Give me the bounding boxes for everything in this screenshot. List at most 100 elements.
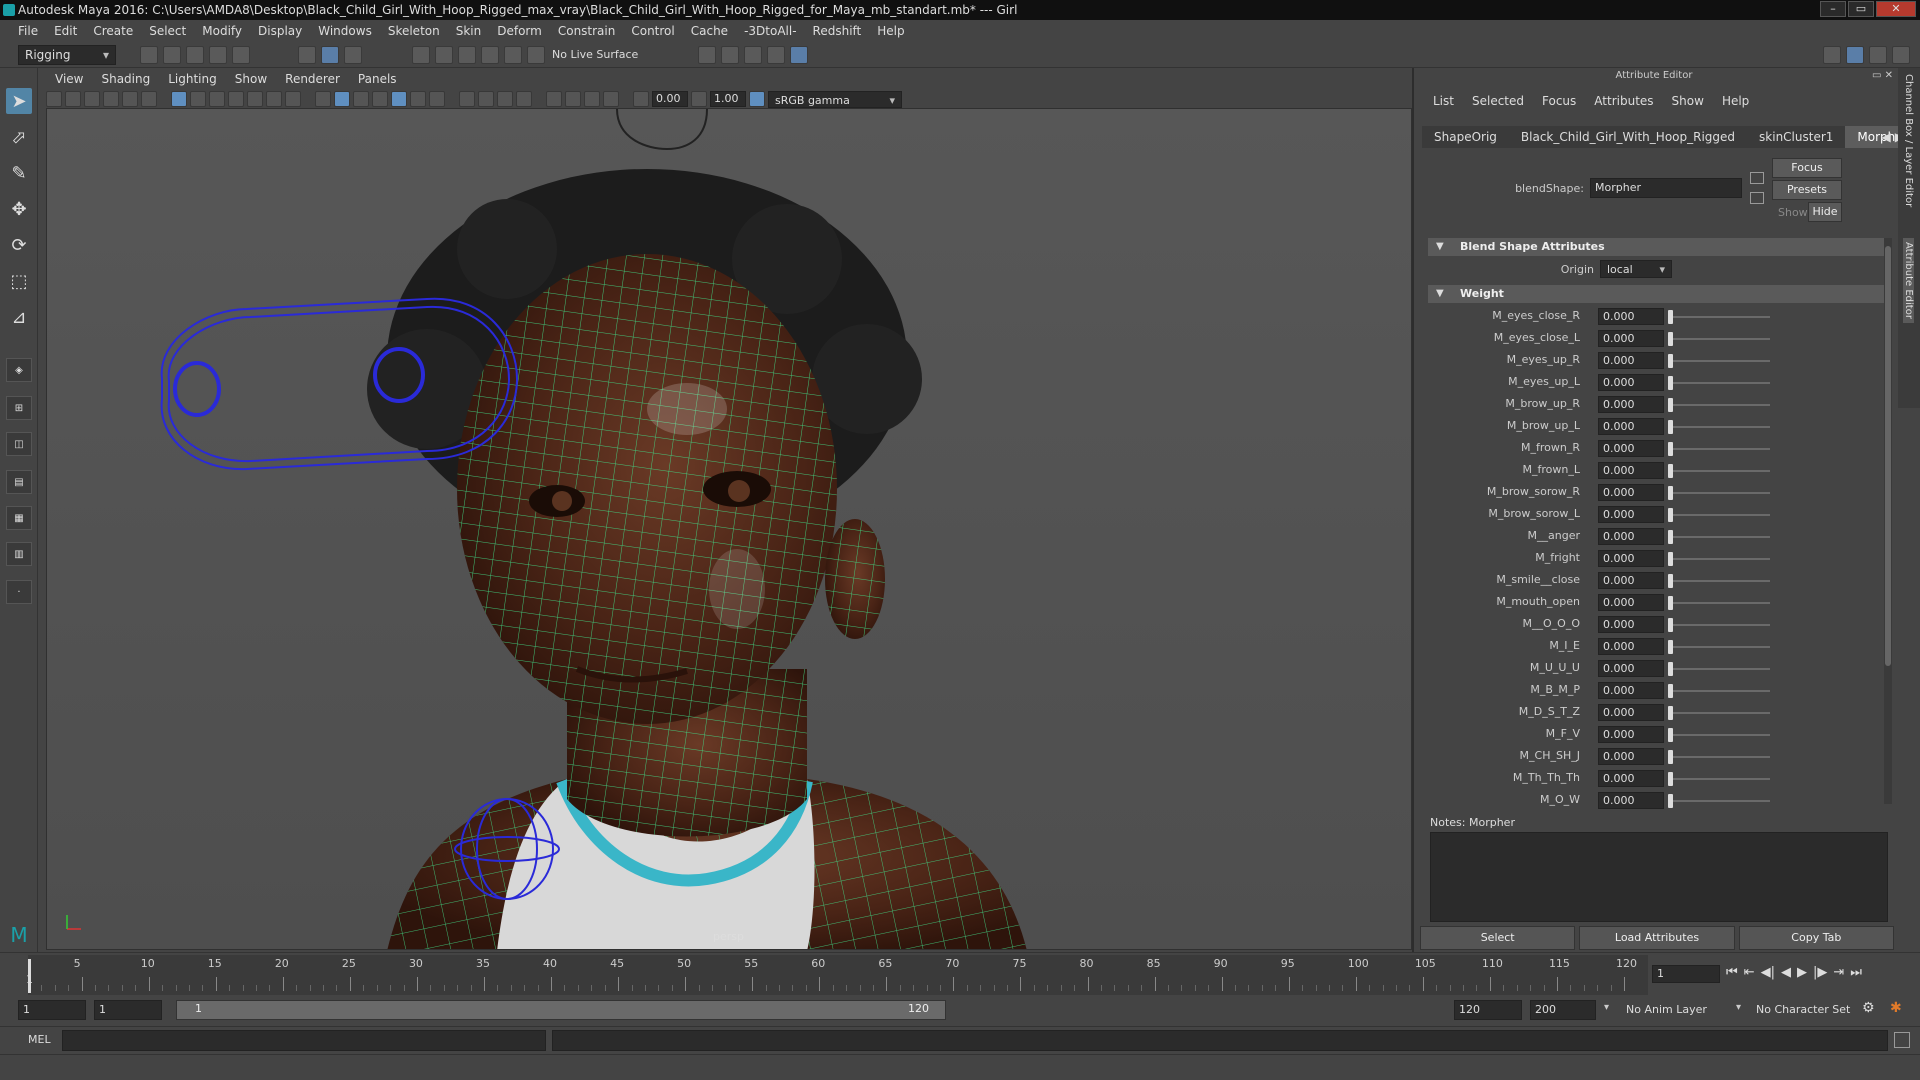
ipr-render-icon[interactable] xyxy=(744,46,762,64)
move-tool-icon[interactable]: ✥ xyxy=(6,196,32,222)
play-backwards-icon[interactable]: ◀ xyxy=(1781,965,1791,980)
gate-mask-icon[interactable] xyxy=(228,91,244,107)
tab-girl-rigged[interactable]: Black_Child_Girl_With_Hoop_Rigged xyxy=(1509,126,1747,148)
weight-slider-track[interactable] xyxy=(1670,382,1770,384)
weight-slider-handle[interactable] xyxy=(1668,354,1673,368)
gamma-field[interactable]: 1.00 xyxy=(710,91,746,107)
menu-3dtoall[interactable]: -3DtoAll- xyxy=(736,24,804,38)
focus-button[interactable]: Focus xyxy=(1772,158,1842,178)
rotate-tool-icon[interactable]: ⟳ xyxy=(6,232,32,258)
animation-start-field[interactable]: 1 xyxy=(18,1000,86,1020)
exposure-field[interactable]: 0.00 xyxy=(652,91,688,107)
hypershade-layout-icon[interactable]: ▥ xyxy=(6,542,32,566)
textured-icon[interactable] xyxy=(391,91,407,107)
step-back-frame-icon[interactable]: ◀| xyxy=(1761,965,1775,980)
weight-value-field[interactable]: 0.000 xyxy=(1598,528,1664,545)
weight-slider-track[interactable] xyxy=(1670,558,1770,560)
snap-live-icon[interactable] xyxy=(527,46,545,64)
notes-textarea[interactable] xyxy=(1430,832,1888,922)
weight-slider-track[interactable] xyxy=(1670,690,1770,692)
menu-edit[interactable]: Edit xyxy=(46,24,85,38)
panel-menu-view[interactable]: View xyxy=(46,72,92,86)
weight-value-field[interactable]: 0.000 xyxy=(1598,660,1664,677)
film-gate-icon[interactable] xyxy=(190,91,206,107)
xray-joints-icon[interactable] xyxy=(584,91,600,107)
go-to-end-icon[interactable]: ⏭ xyxy=(1850,965,1862,980)
weight-slider-track[interactable] xyxy=(1670,646,1770,648)
2d-pan-zoom-icon[interactable] xyxy=(122,91,138,107)
weight-slider-handle[interactable] xyxy=(1668,332,1673,346)
weight-value-field[interactable]: 0.000 xyxy=(1598,440,1664,457)
weight-value-field[interactable]: 0.000 xyxy=(1598,638,1664,655)
close-button[interactable]: ✕ xyxy=(1876,1,1916,17)
weight-slider-track[interactable] xyxy=(1670,800,1770,802)
panel-menu-lighting[interactable]: Lighting xyxy=(159,72,226,86)
weight-value-field[interactable]: 0.000 xyxy=(1598,330,1664,347)
weight-slider-track[interactable] xyxy=(1670,448,1770,450)
menu-constrain[interactable]: Constrain xyxy=(550,24,624,38)
go-to-output-icon[interactable] xyxy=(1750,192,1764,204)
weight-value-field[interactable]: 0.000 xyxy=(1598,572,1664,589)
weight-slider-handle[interactable] xyxy=(1668,684,1673,698)
default-material-icon[interactable] xyxy=(353,91,369,107)
ae-scrollbar[interactable] xyxy=(1884,238,1892,804)
weight-slider-track[interactable] xyxy=(1670,514,1770,516)
xray-components-icon[interactable] xyxy=(603,91,619,107)
hypershade-icon[interactable] xyxy=(790,46,808,64)
weight-slider-track[interactable] xyxy=(1670,778,1770,780)
ae-menu-list[interactable]: List xyxy=(1424,94,1463,108)
weight-value-field[interactable]: 0.000 xyxy=(1598,484,1664,501)
exposure-icon[interactable] xyxy=(633,91,649,107)
tab-shapeorig[interactable]: ShapeOrig xyxy=(1422,126,1509,148)
panel-menu-panels[interactable]: Panels xyxy=(349,72,406,86)
safe-action-icon[interactable] xyxy=(266,91,282,107)
smooth-shade-icon[interactable] xyxy=(334,91,350,107)
snap-surface-icon[interactable] xyxy=(504,46,522,64)
weight-slider-handle[interactable] xyxy=(1668,794,1673,808)
weight-slider-handle[interactable] xyxy=(1668,376,1673,390)
screen-space-ao-icon[interactable] xyxy=(459,91,475,107)
color-management-icon[interactable] xyxy=(749,91,765,107)
weight-slider-track[interactable] xyxy=(1670,426,1770,428)
snap-view-icon[interactable] xyxy=(481,46,499,64)
current-frame-field[interactable]: 1 xyxy=(1652,965,1720,983)
animation-preferences-icon[interactable]: ✱ xyxy=(1890,1000,1902,1016)
weight-slider-track[interactable] xyxy=(1670,338,1770,340)
weight-slider-handle[interactable] xyxy=(1668,486,1673,500)
weight-value-field[interactable]: 0.000 xyxy=(1598,770,1664,787)
menu-select[interactable]: Select xyxy=(141,24,194,38)
weight-slider-handle[interactable] xyxy=(1668,772,1673,786)
weight-section-header[interactable]: Weight xyxy=(1428,285,1886,303)
character-set-dropdown-icon[interactable]: ▾ xyxy=(1736,1002,1741,1013)
ae-menu-show[interactable]: Show xyxy=(1663,94,1713,108)
mel-command-input[interactable] xyxy=(62,1030,546,1051)
select-button[interactable]: Select xyxy=(1420,926,1576,950)
blend-shape-attributes-header[interactable]: Blend Shape Attributes xyxy=(1428,238,1886,256)
single-pane-layout-icon[interactable]: ◈ xyxy=(6,358,32,382)
last-tool-icon[interactable]: ⊿ xyxy=(6,304,32,330)
ae-menu-attributes[interactable]: Attributes xyxy=(1585,94,1662,108)
camera-select-icon[interactable] xyxy=(46,91,62,107)
time-ruler[interactable]: 1 51015202530354045505560657075808590951… xyxy=(26,955,1648,995)
safe-title-icon[interactable] xyxy=(285,91,301,107)
paint-select-tool-icon[interactable]: ✎ xyxy=(6,160,32,186)
tab-skincluster1[interactable]: skinCluster1 xyxy=(1747,126,1845,148)
weight-value-field[interactable]: 0.000 xyxy=(1598,726,1664,743)
weight-slider-handle[interactable] xyxy=(1668,508,1673,522)
weight-value-field[interactable]: 0.000 xyxy=(1598,550,1664,567)
anim-layer-dropdown-icon[interactable]: ▾ xyxy=(1604,1002,1609,1013)
channel-box-icon[interactable] xyxy=(1892,46,1910,64)
save-scene-icon[interactable] xyxy=(186,46,204,64)
origin-dropdown[interactable]: local xyxy=(1600,260,1672,278)
animation-end-field[interactable]: 200 xyxy=(1530,1000,1596,1020)
wireframe-icon[interactable] xyxy=(315,91,331,107)
weight-value-field[interactable]: 0.000 xyxy=(1598,374,1664,391)
weight-slider-handle[interactable] xyxy=(1668,640,1673,654)
grease-pencil-icon[interactable] xyxy=(141,91,157,107)
weight-slider-track[interactable] xyxy=(1670,360,1770,362)
menu-display[interactable]: Display xyxy=(250,24,310,38)
weight-slider-handle[interactable] xyxy=(1668,442,1673,456)
weight-slider-handle[interactable] xyxy=(1668,662,1673,676)
select-hierarchy-icon[interactable] xyxy=(298,46,316,64)
weight-slider-handle[interactable] xyxy=(1668,530,1673,544)
